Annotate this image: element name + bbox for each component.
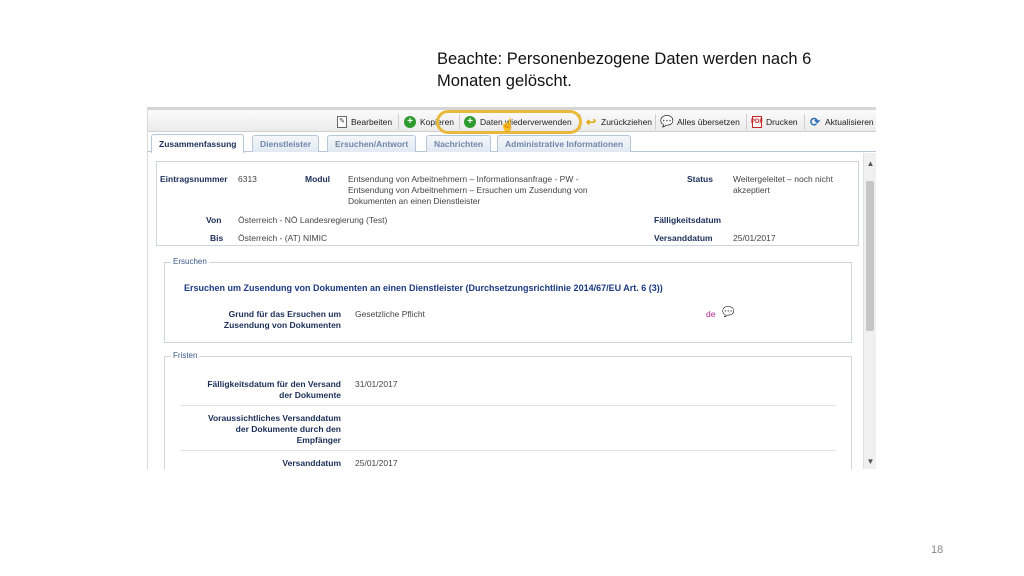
expected-dispatch-label-line-3: Empfänger bbox=[296, 435, 341, 445]
reuse-data-button[interactable]: + Daten wiederverwenden bbox=[464, 114, 572, 130]
tab-summary[interactable]: Zusammenfassung bbox=[151, 134, 245, 153]
to-value: Österreich - (AT) NIMIC bbox=[238, 233, 328, 243]
copy-plus-icon: + bbox=[404, 116, 416, 128]
reason-label-line-1: Grund für das Ersuchen um bbox=[228, 309, 341, 319]
sent-date-label: Versanddatum bbox=[654, 233, 713, 243]
refresh-label: Aktualisieren bbox=[825, 117, 874, 127]
entry-number-label: Eintragsnummer bbox=[160, 174, 228, 184]
tab-administrative-info[interactable]: Administrative Informationen bbox=[497, 135, 632, 152]
status-value-line-2: akzeptiert bbox=[733, 185, 770, 195]
reuse-data-label: Daten wiederverwenden bbox=[480, 117, 572, 127]
hand-cursor-icon: ☝ bbox=[500, 118, 515, 132]
toolbar-separator bbox=[398, 114, 399, 130]
tab-messages[interactable]: Nachrichten bbox=[426, 135, 492, 152]
module-label: Modul bbox=[305, 174, 331, 184]
withdraw-arrow-icon: ↩ bbox=[585, 115, 597, 129]
toolbar-separator bbox=[580, 114, 581, 130]
print-label: Drucken bbox=[766, 117, 798, 127]
annotation-line-1: Beachte: Personenbezogene Daten werden n… bbox=[437, 50, 812, 68]
content-area: Eintragsnummer 6313 Modul Entsendung von… bbox=[148, 153, 863, 469]
annotation-note: Beachte: Personenbezogene Daten werden n… bbox=[437, 48, 857, 92]
refresh-button[interactable]: ⟳ Aktualisieren bbox=[809, 114, 874, 130]
deadlines-fieldset: Fristen Fälligkeitsdatum für den Versand… bbox=[164, 351, 852, 469]
toolbar-separator bbox=[804, 114, 805, 130]
application-window: ✎ Bearbeiten + Kopieren + Daten wiederve… bbox=[147, 107, 876, 469]
request-fieldset: Ersuchen Ersuchen um Zusendung von Dokum… bbox=[164, 257, 852, 343]
dispatch-due-value: 31/01/2017 bbox=[355, 379, 398, 389]
status-label: Status bbox=[687, 174, 713, 184]
annotation-line-2: Monaten gelöscht. bbox=[437, 72, 572, 90]
reason-value: Gesetzliche Pflicht bbox=[355, 309, 425, 319]
toolbar-separator bbox=[459, 114, 460, 130]
toolbar: ✎ Bearbeiten + Kopieren + Daten wiederve… bbox=[148, 107, 876, 134]
tab-service-provider[interactable]: Dienstleister bbox=[252, 135, 320, 152]
toolbar-separator bbox=[746, 114, 747, 130]
due-date-label: Fälligkeitsdatum bbox=[654, 215, 722, 225]
dispatch-date-value: 25/01/2017 bbox=[355, 458, 398, 468]
row-divider bbox=[181, 450, 836, 451]
sent-date-value: 25/01/2017 bbox=[733, 233, 776, 243]
withdraw-label: Zurückziehen bbox=[601, 117, 653, 127]
translate-all-button[interactable]: 💬 Alles übersetzen bbox=[660, 114, 740, 130]
translate-speech-bubble-icon[interactable]: 💬 bbox=[722, 307, 734, 318]
reason-label-line-2: Zusendung von Dokumenten bbox=[223, 320, 341, 330]
request-legend: Ersuchen bbox=[171, 257, 209, 266]
copy-label: Kopieren bbox=[420, 117, 455, 127]
expected-dispatch-label-line-1: Voraussichtliches Versanddatum bbox=[207, 413, 341, 423]
module-value-line-3: Dokumenten an einen Dienstleister bbox=[348, 196, 481, 206]
entry-number-value: 6313 bbox=[238, 174, 257, 184]
from-value: Österreich - NÖ Landesregierung (Test) bbox=[238, 215, 388, 225]
pdf-icon: PDF bbox=[751, 116, 763, 128]
language-code[interactable]: de bbox=[706, 309, 715, 319]
withdraw-button[interactable]: ↩ Zurückziehen bbox=[585, 114, 652, 130]
edit-icon: ✎ bbox=[337, 116, 347, 128]
status-value-line-1: Weitergeleitet – noch nicht bbox=[733, 174, 834, 184]
dispatch-due-label-line-1: Fälligkeitsdatum für den Versand bbox=[207, 379, 341, 389]
scroll-down-arrow-icon[interactable]: ▼ bbox=[864, 457, 876, 467]
dispatch-date-label: Versanddatum bbox=[282, 458, 341, 468]
copy-button[interactable]: + Kopieren bbox=[404, 114, 454, 130]
request-title: Ersuchen um Zusendung von Dokumenten an … bbox=[184, 283, 663, 293]
dispatch-due-label-line-2: der Dokumente bbox=[279, 390, 341, 400]
edit-label: Bearbeiten bbox=[351, 117, 393, 127]
summary-panel: Eintragsnummer 6313 Modul Entsendung von… bbox=[156, 161, 859, 246]
tab-bar: Zusammenfassung Dienstleister Ersuchen/A… bbox=[148, 133, 876, 153]
from-label: Von bbox=[206, 215, 222, 225]
module-value-line-1: Entsendung von Arbeitnehmern – Informati… bbox=[348, 174, 579, 184]
scroll-up-arrow-icon[interactable]: ▲ bbox=[864, 159, 876, 169]
translate-all-label: Alles übersetzen bbox=[677, 117, 740, 127]
refresh-icon: ⟳ bbox=[809, 115, 821, 129]
deadlines-legend: Fristen bbox=[171, 351, 200, 360]
vertical-scrollbar[interactable]: ▲ ▼ bbox=[863, 153, 876, 469]
scroll-thumb[interactable] bbox=[866, 181, 874, 331]
toolbar-separator bbox=[655, 114, 656, 130]
row-divider bbox=[181, 405, 836, 406]
module-value-line-2: Entsendung von Arbeitnehmern – Ersuchen … bbox=[348, 185, 588, 195]
reuse-plus-icon: + bbox=[464, 116, 476, 128]
print-button[interactable]: PDF Drucken bbox=[751, 114, 798, 130]
tab-request-response[interactable]: Ersuchen/Antwort bbox=[327, 135, 417, 152]
edit-button[interactable]: ✎ Bearbeiten bbox=[337, 114, 392, 130]
expected-dispatch-label-line-2: der Dokumente durch den bbox=[235, 424, 341, 434]
to-label: Bis bbox=[210, 233, 224, 243]
translate-speech-bubble-icon: 💬 bbox=[660, 116, 674, 128]
slide-number: 18 bbox=[931, 544, 944, 556]
